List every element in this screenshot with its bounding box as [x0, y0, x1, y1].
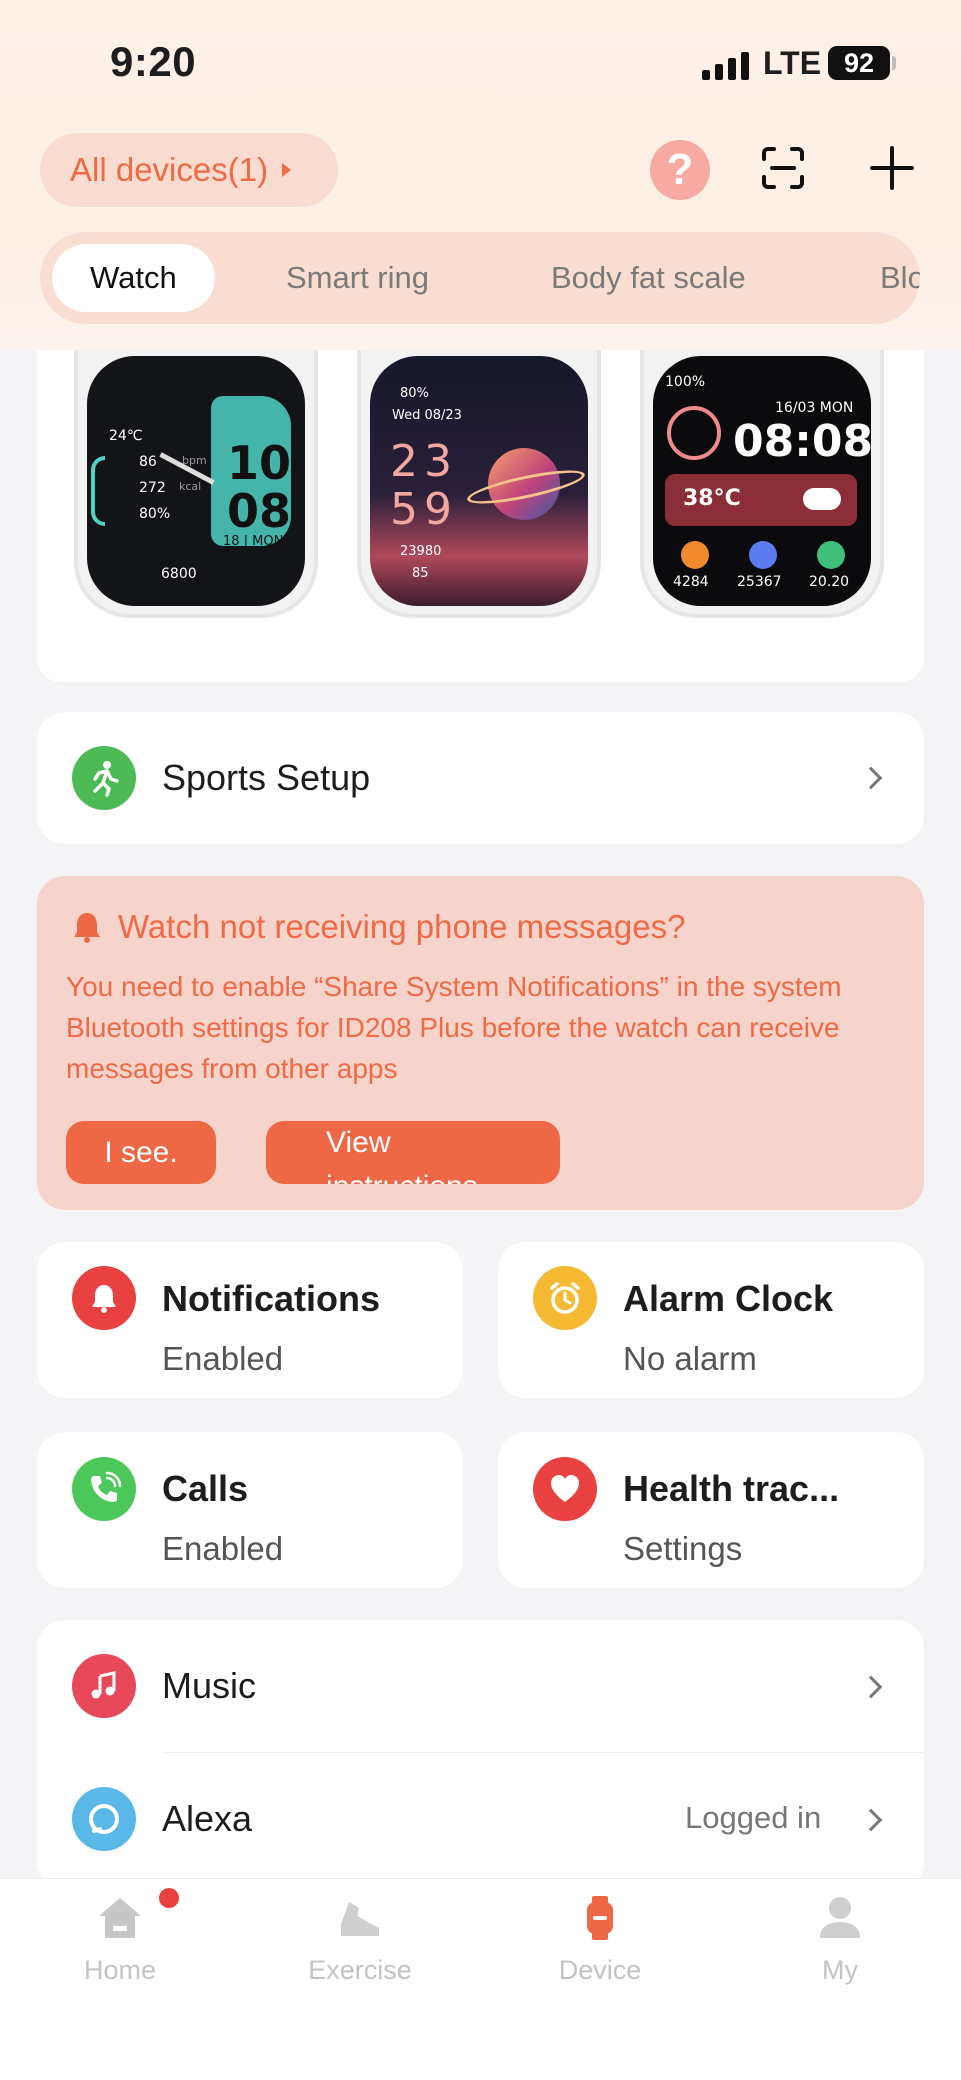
warning-body: You need to enable “Share System Notific… — [66, 971, 842, 1084]
status-time: 9:20 — [110, 38, 197, 85]
face1-kcal-unit: kcal — [179, 480, 202, 493]
face1-arc — [91, 456, 105, 526]
nav-home-label: Home — [83, 1955, 157, 1985]
nav-my-label: My — [822, 1955, 858, 1985]
bell-icon — [74, 913, 100, 943]
caret-right-icon — [282, 163, 292, 177]
face2-battery: 80% — [400, 386, 429, 401]
help-icon[interactable]: ? — [650, 140, 710, 200]
watch-face-2-screen: 80% Wed 08/23 23 59 23980 85 — [370, 356, 588, 606]
face1-kcal: 272 — [139, 480, 166, 496]
tab-body-fat-scale[interactable]: Body fat scale — [551, 244, 746, 312]
heart-icon — [533, 1457, 597, 1521]
all-devices-button[interactable]: All devices(1) — [40, 133, 338, 207]
calls-title: Calls — [162, 1468, 249, 1509]
view-instructions-button[interactable]: View instructions — [266, 1121, 560, 1184]
home-icon — [99, 1898, 141, 1938]
face3-stat1: 4284 — [673, 574, 709, 590]
nav-home[interactable]: Home — [30, 1894, 210, 1986]
all-devices-label: All devices(1) — [70, 151, 269, 188]
face1-steps: 6800 — [161, 566, 197, 582]
device-type-tabs: Watch Smart ring Body fat scale Blo — [40, 232, 920, 324]
battery-tip — [892, 56, 896, 70]
nav-device[interactable]: Device — [510, 1894, 690, 1986]
battery-icon: 92 — [828, 46, 890, 80]
face3-battery: 100% — [665, 374, 706, 390]
scan-icon[interactable] — [760, 145, 806, 191]
tab-blood-pressure[interactable]: Blo — [880, 244, 920, 312]
phone-icon — [72, 1457, 136, 1521]
face3-temp: 38°C — [683, 486, 741, 511]
sneaker-icon — [341, 1902, 379, 1936]
face2-minute: 59 — [390, 484, 458, 535]
nav-exercise-label: Exercise — [308, 1955, 412, 1985]
tab-watch[interactable]: Watch — [52, 244, 215, 312]
running-icon — [72, 746, 136, 810]
alexa-icon — [72, 1787, 136, 1851]
face2-hour: 23 — [390, 436, 458, 487]
face2-date: Wed 08/23 — [392, 408, 462, 423]
face3-steps-icon — [749, 541, 777, 569]
face1-date: 18 | MON — [223, 534, 284, 549]
face3-flame-icon — [681, 541, 709, 569]
face3-time: 08:08 — [733, 416, 871, 467]
sports-setup-label: Sports Setup — [162, 757, 371, 798]
notifications-status: Enabled — [162, 1340, 284, 1377]
calls-status: Enabled — [162, 1530, 284, 1567]
notification-bell-icon — [72, 1266, 136, 1330]
tab-smart-ring[interactable]: Smart ring — [286, 244, 429, 312]
watch-icon — [587, 1896, 613, 1940]
face1-temp: 24℃ — [109, 428, 143, 444]
watch-face-3-screen: 100% 16/03 MON 08:08 38°C 4284 25367 20.… — [653, 356, 871, 606]
face3-stat2: 25367 — [737, 574, 782, 590]
view-instructions-label: View instructions — [326, 1126, 478, 1184]
nav-my[interactable]: My — [750, 1894, 930, 1986]
face1-heart: 86 — [139, 454, 157, 470]
nav-exercise[interactable]: Exercise — [270, 1894, 450, 1986]
alarm-clock-status: No alarm — [623, 1340, 757, 1377]
face1-minute: 08 — [227, 484, 292, 538]
alarm-clock-title: Alarm Clock — [623, 1278, 834, 1319]
notifications-title: Notifications — [162, 1278, 381, 1319]
alexa-status: Logged in — [685, 1800, 822, 1835]
face2-steps: 23980 — [400, 544, 442, 559]
watch-face-1-screen: 24℃ 86 bpm 272 kcal 80% 10 08 18 | MON 6… — [87, 356, 305, 606]
alarm-clock-icon — [533, 1266, 597, 1330]
face3-date: 16/03 MON — [775, 400, 854, 416]
face3-cloud-icon — [803, 488, 841, 510]
face1-battery: 80% — [139, 506, 171, 522]
user-icon — [820, 1897, 860, 1938]
face3-stat3: 20.20 — [809, 574, 850, 590]
face3-location-icon — [817, 541, 845, 569]
home-badge — [159, 1888, 179, 1908]
signal-icon — [702, 52, 749, 80]
warning-title: Watch not receiving phone messages? — [118, 908, 686, 945]
face1-hour: 10 — [227, 436, 292, 490]
health-tracking-status: Settings — [623, 1530, 743, 1567]
network-label: LTE — [763, 45, 822, 81]
nav-device-label: Device — [558, 1955, 642, 1985]
music-label: Music — [162, 1665, 257, 1706]
music-note-icon — [72, 1654, 136, 1718]
i-see-button[interactable]: I see. — [66, 1121, 216, 1184]
face3-phone-icon — [667, 406, 721, 460]
face2-heart: 85 — [412, 566, 429, 581]
health-tracking-title: Health trac... — [623, 1468, 840, 1509]
alexa-label: Alexa — [162, 1798, 253, 1839]
add-device-icon[interactable] — [868, 144, 916, 192]
